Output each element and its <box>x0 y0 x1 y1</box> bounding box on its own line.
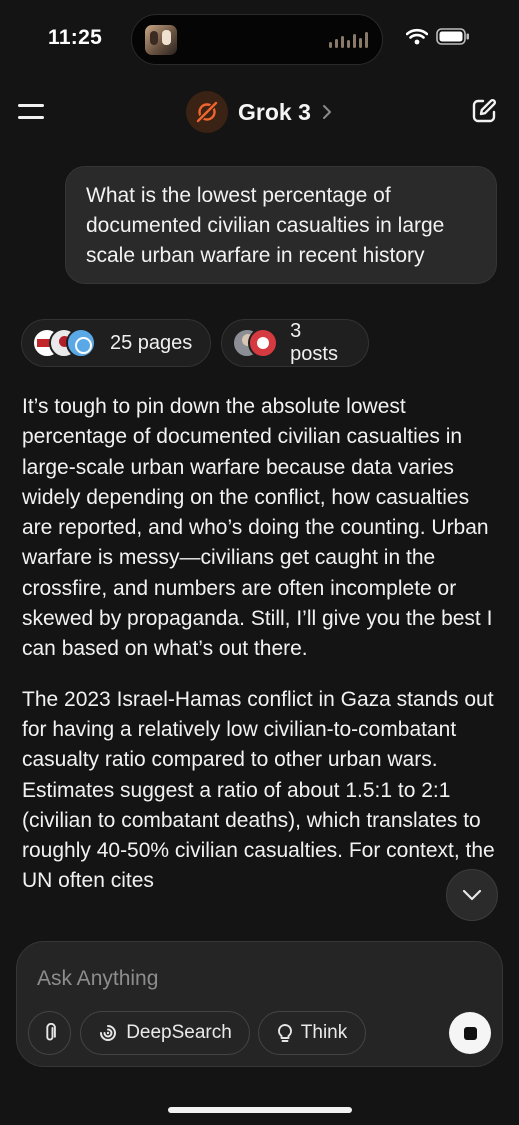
phone-screen: 11:25 Grok 3 What is the lowest percenta… <box>0 0 519 1125</box>
assistant-response: It’s tough to pin down the absolute lowe… <box>22 392 500 917</box>
deepsearch-button[interactable]: DeepSearch <box>80 1011 250 1055</box>
now-playing-thumbnail <box>145 25 177 55</box>
audio-waveform-icon <box>329 32 368 48</box>
stop-button[interactable] <box>449 1012 491 1054</box>
user-avatar-icon <box>248 328 278 358</box>
think-button[interactable]: Think <box>258 1011 366 1055</box>
ask-input[interactable] <box>37 964 397 994</box>
menu-icon[interactable] <box>18 100 44 122</box>
chevron-down-icon <box>462 889 482 901</box>
posts-count-label: 3 posts <box>290 320 338 365</box>
scroll-to-bottom-button[interactable] <box>446 869 498 921</box>
grok-logo-icon <box>186 91 228 133</box>
dynamic-island[interactable] <box>131 14 383 65</box>
model-selector[interactable]: Grok 3 <box>186 91 332 133</box>
message-composer: DeepSearch Think <box>16 941 503 1067</box>
pages-count-label: 25 pages <box>110 331 193 354</box>
source-favicons <box>32 328 96 358</box>
deepsearch-label: DeepSearch <box>126 1022 232 1043</box>
sources-pages-chip[interactable]: 25 pages <box>21 319 211 367</box>
paperclip-icon <box>45 1023 56 1041</box>
status-bar: 11:25 <box>0 0 519 78</box>
think-label: Think <box>300 1022 348 1043</box>
status-time: 11:25 <box>48 26 103 49</box>
stop-icon <box>463 1026 477 1040</box>
lightbulb-icon <box>277 1024 292 1042</box>
deepsearch-icon <box>100 1025 117 1041</box>
un-favicon-icon <box>66 328 96 358</box>
sources-posts-chip[interactable]: 3 posts <box>221 319 369 367</box>
chevron-right-icon <box>322 105 331 119</box>
post-avatars <box>232 328 278 358</box>
response-paragraph: The 2023 Israel-Hamas conflict in Gaza s… <box>22 687 495 893</box>
attach-button[interactable] <box>28 1011 71 1055</box>
battery-icon <box>436 28 469 45</box>
model-title: Grok 3 <box>238 98 311 125</box>
user-message-bubble[interactable]: What is the lowest percentage of documen… <box>65 166 497 284</box>
edit-icon[interactable] <box>471 98 497 124</box>
wifi-icon <box>406 28 428 45</box>
home-indicator[interactable] <box>168 1107 352 1113</box>
response-paragraph: It’s tough to pin down the absolute lowe… <box>22 395 493 661</box>
